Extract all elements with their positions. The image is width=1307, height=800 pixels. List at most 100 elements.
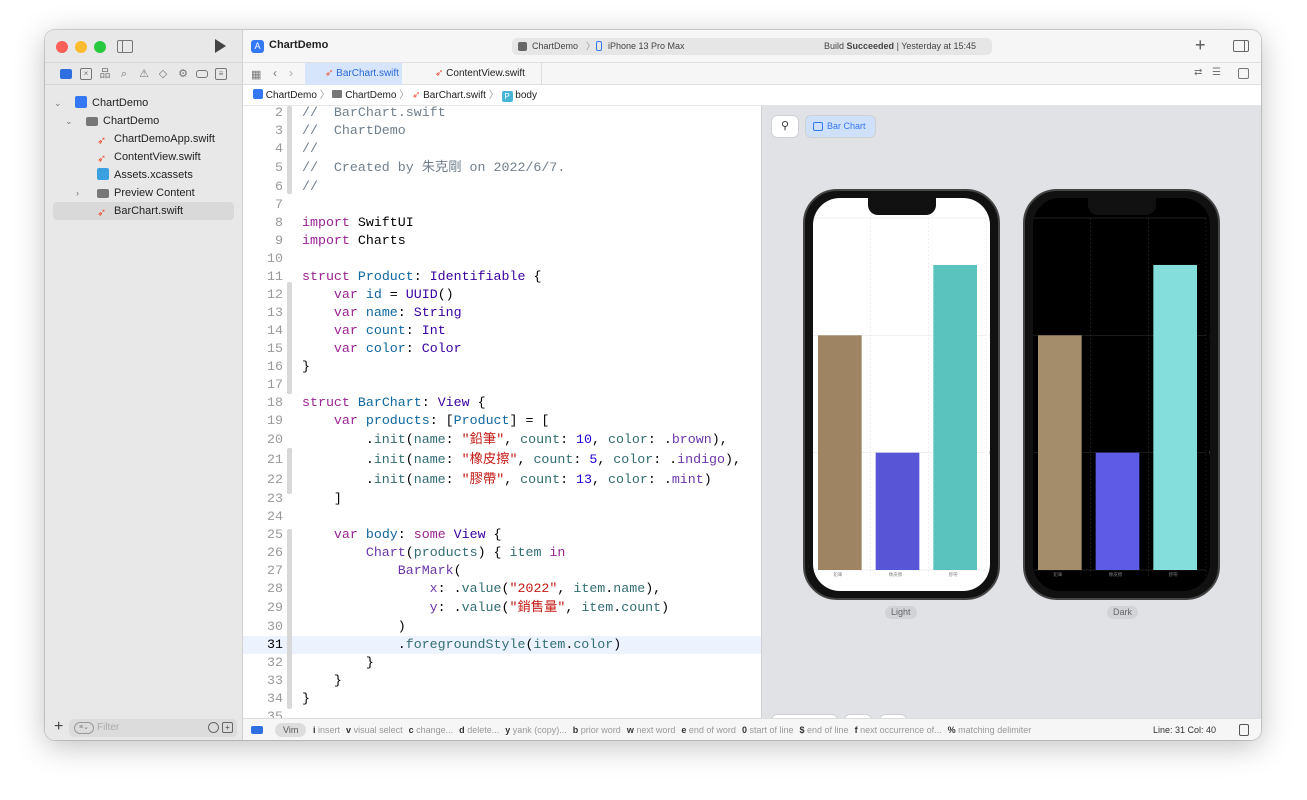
debug-area-toggle-icon[interactable] (251, 726, 263, 734)
code-line[interactable]: 11 struct Product: Identifiable { (243, 268, 761, 286)
code-line[interactable]: 25 var body: some View { (243, 526, 761, 544)
search-icon[interactable]: ⌕ (118, 68, 130, 80)
fold-ribbon[interactable] (287, 529, 292, 709)
folder-navigator-icon[interactable] (60, 69, 72, 79)
debug-icon[interactable]: ⚙ (177, 68, 189, 80)
code-line[interactable]: 34} (243, 690, 761, 708)
chevron-right-icon[interactable]: › (76, 184, 79, 202)
code-line[interactable]: 33 } (243, 672, 761, 690)
filter-input[interactable]: ≡⌄ Filter + (69, 719, 237, 737)
code-line[interactable]: 5 // Created by 朱克剛 on 2022/6/7. (243, 158, 761, 178)
scheme-selector[interactable]: ChartDemo (532, 38, 578, 55)
code-line[interactable]: 8 import SwiftUI (243, 214, 761, 232)
code-line[interactable]: 2 // BarChart.swift (243, 106, 761, 122)
fold-ribbon[interactable] (287, 106, 292, 194)
zoom-window-button[interactable] (94, 41, 106, 53)
code-line[interactable]: 21 .init(name: "橡皮擦", count: 5, color: .… (243, 450, 761, 470)
code-line[interactable]: 13 var name: String (243, 304, 761, 322)
code-line[interactable]: 31 .foregroundStyle(item.color) (243, 636, 761, 654)
editor-options-icon[interactable]: ☰ (1212, 67, 1221, 78)
code-line[interactable]: 10 (243, 250, 761, 268)
line-number: 31 (267, 637, 283, 652)
code-line[interactable]: 20 .init(name: "鉛筆", count: 10, color: .… (243, 430, 761, 450)
navigator-item[interactable]: ⌄ ChartDemo (45, 94, 148, 112)
code-token: ), (711, 432, 728, 447)
navigator-item[interactable]: ➶ ContentView.swift (45, 148, 201, 166)
code-line[interactable]: 15 var color: Color (243, 340, 761, 358)
breakpoint-icon[interactable] (196, 70, 208, 78)
code-line[interactable]: 12 var id = UUID() (243, 286, 761, 304)
code-line[interactable]: 16} (243, 358, 761, 376)
code-token: { (469, 395, 486, 410)
split-editor-icon[interactable] (1238, 68, 1249, 79)
filter-options-icon[interactable]: ≡⌄ (74, 722, 94, 734)
warning-icon[interactable]: ⚠ (138, 68, 150, 80)
related-items-icon[interactable]: ⇄ (1194, 67, 1202, 78)
code-line[interactable]: 7 (243, 196, 761, 214)
code-token: : (573, 452, 590, 467)
pin-preview-button[interactable]: ⚲ (772, 116, 798, 137)
add-library-button[interactable]: + (1195, 35, 1206, 56)
symbol-navigator-icon[interactable]: 品 (99, 68, 111, 80)
chevron-down-icon[interactable]: ⌄ (65, 112, 73, 130)
add-button[interactable]: + (54, 718, 63, 736)
breadcrumb-project[interactable]: ChartDemo (266, 90, 317, 101)
forward-button[interactable]: › (289, 66, 293, 80)
code-line[interactable]: 30 ) (243, 618, 761, 636)
code-line[interactable]: 27 BarMark( (243, 562, 761, 580)
vim-hint: f next occurrence of... (855, 725, 942, 735)
debug-area-icon[interactable] (1239, 724, 1249, 736)
code-token: } (302, 691, 310, 706)
code-line[interactable]: 4 // (243, 140, 761, 158)
fold-ribbon[interactable] (287, 448, 292, 494)
fold-ribbon[interactable] (287, 282, 292, 394)
modified-files-icon[interactable]: + (222, 722, 233, 733)
chevron-down-icon[interactable]: ⌄ (54, 94, 62, 112)
code-line[interactable]: 14 var count: Int (243, 322, 761, 340)
code-editor[interactable]: 2 // BarChart.swift 3 // ChartDemo 4 // 5 // Cr… (243, 106, 761, 718)
sidebar-toggle-icon[interactable] (117, 40, 133, 53)
recent-files-icon[interactable] (208, 722, 219, 733)
code-token: Int (421, 323, 446, 338)
tab-contentview[interactable]: ➶ ContentView.swift (402, 63, 542, 85)
code-line[interactable]: 29 y: .value("銷售量", item.count) (243, 598, 761, 618)
report-icon[interactable]: ≡ (215, 68, 227, 80)
source-control-icon[interactable]: × (80, 68, 92, 80)
build-status: Succeeded (846, 41, 895, 51)
breadcrumb-symbol[interactable]: body (515, 90, 537, 101)
code-line[interactable]: 24 (243, 508, 761, 526)
code-token: ), (725, 452, 741, 467)
inspector-toggle-icon[interactable] (1233, 40, 1249, 52)
code-line[interactable]: 9 import Charts (243, 232, 761, 250)
code-line[interactable]: 3 // ChartDemo (243, 122, 761, 140)
code-line[interactable]: 6 // (243, 178, 761, 196)
close-window-button[interactable] (56, 41, 68, 53)
code-line[interactable]: 18 struct BarChart: View { (243, 394, 761, 412)
grid-icon[interactable]: ▦ (251, 68, 261, 81)
code-line[interactable]: 26 Chart(products) { item in (243, 544, 761, 562)
code-line[interactable]: 35 (243, 708, 761, 718)
code-line[interactable]: 28 x: .value("2022", item.name), (243, 580, 761, 598)
minimize-window-button[interactable] (75, 41, 87, 53)
code-token: ( (501, 581, 510, 596)
tab-barchart[interactable]: ➶ BarChart.swift (305, 63, 402, 85)
preview-selector-button[interactable]: Bar Chart (806, 116, 875, 137)
x-tick-label: 橡皮擦 (889, 571, 903, 578)
breadcrumb-file[interactable]: BarChart.swift (423, 90, 486, 101)
navigator-item[interactable]: ⌄ ChartDemo (45, 112, 159, 130)
run-button[interactable] (215, 39, 226, 53)
breadcrumb-folder[interactable]: ChartDemo (345, 90, 396, 101)
back-button[interactable]: ‹ (273, 66, 277, 80)
vim-key: y (505, 725, 511, 735)
navigator-item[interactable]: › Preview Content (45, 184, 195, 202)
navigator-item[interactable]: ➶ BarChart.swift (53, 202, 234, 220)
code-line[interactable]: 23 ] (243, 490, 761, 508)
device-selector[interactable]: iPhone 13 Pro Max (608, 38, 685, 55)
code-line[interactable]: 22 .init(name: "膠帶", count: 13, color: .… (243, 470, 761, 490)
code-line[interactable]: 17 (243, 376, 761, 394)
code-line[interactable]: 32 } (243, 654, 761, 672)
navigator-item[interactable]: ➶ ChartDemoApp.swift (45, 130, 215, 148)
navigator-item[interactable]: Assets.xcassets (45, 166, 193, 184)
test-icon[interactable]: ◇ (157, 68, 169, 80)
code-line[interactable]: 19 var products: [Product] = [ (243, 412, 761, 430)
